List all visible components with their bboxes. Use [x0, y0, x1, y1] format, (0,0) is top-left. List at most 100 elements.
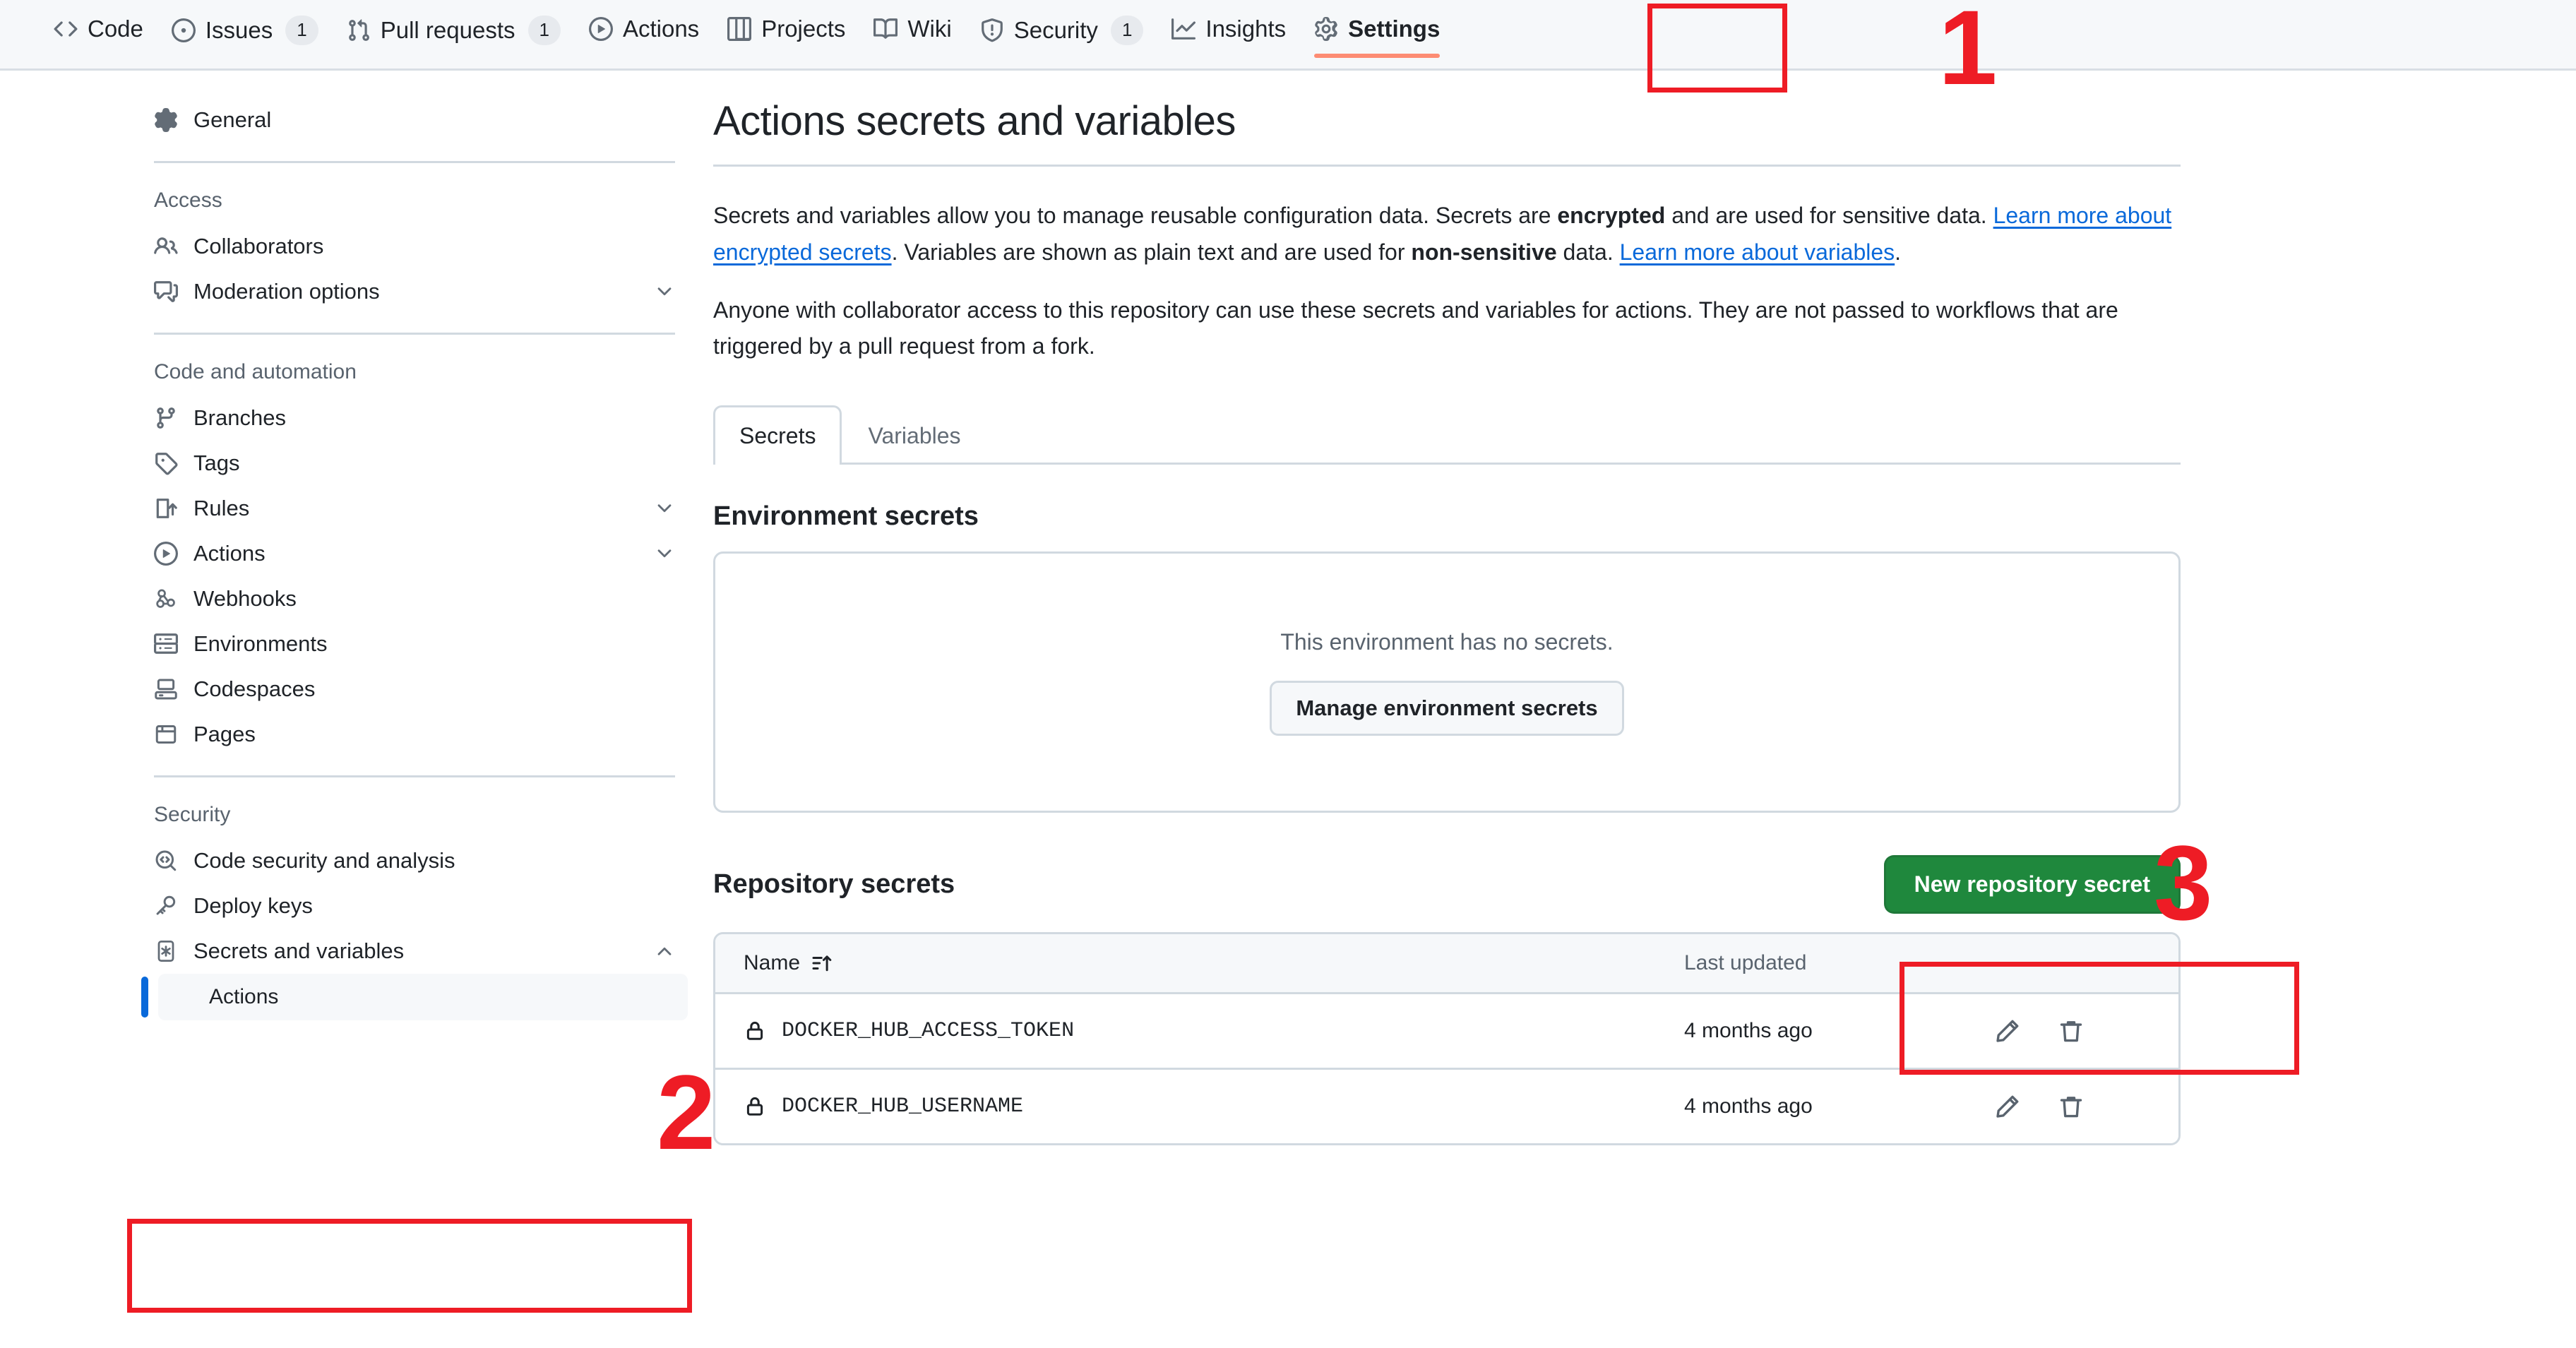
shield-icon — [980, 18, 1004, 42]
intro-bold-non-sensitive: non-sensitive — [1411, 239, 1556, 265]
nav-tab-settings[interactable]: Settings — [1300, 6, 1454, 58]
sidebar-item-general[interactable]: General — [141, 97, 688, 143]
sidebar-item-label: Code security and analysis — [193, 848, 675, 873]
sort-asc-icon — [811, 953, 833, 974]
git-branch-icon — [154, 406, 178, 430]
table-row: DOCKER_HUB_ACCESS_TOKEN 4 months ago — [715, 994, 2178, 1070]
codescan-icon — [154, 849, 178, 873]
sidebar-item-actions[interactable]: Actions — [141, 531, 688, 576]
nav-tab-pull-requests[interactable]: Pull requests 1 — [333, 6, 575, 61]
sidebar-item-deploy-keys[interactable]: Deploy keys — [141, 883, 688, 929]
sidebar-item-branches[interactable]: Branches — [141, 395, 688, 441]
intro-text-part-4: data. — [1557, 239, 1620, 265]
repository-secrets-table: Name Last updated DOCKER_HUB_ACCESS_TOKE… — [713, 932, 2181, 1145]
nav-tab-actions[interactable]: Actions — [575, 6, 713, 58]
sidebar-divider — [154, 775, 675, 777]
main-content: Actions secrets and variables Secrets an… — [713, 97, 2576, 1145]
chevron-down-icon[interactable] — [654, 498, 675, 519]
nav-tab-wiki[interactable]: Wiki — [859, 6, 965, 58]
sidebar-item-codespaces[interactable]: Codespaces — [141, 667, 688, 712]
sidebar-item-environments[interactable]: Environments — [141, 621, 688, 667]
page-title: Actions secrets and variables — [713, 97, 2181, 165]
nav-tab-label: Settings — [1348, 16, 1440, 42]
sidebar-item-collaborators[interactable]: Collaborators — [141, 224, 688, 269]
tab-variables[interactable]: Variables — [842, 405, 986, 465]
code-icon — [54, 17, 78, 41]
nav-tab-projects[interactable]: Projects — [713, 6, 859, 58]
page-body: General Access Collaborators Moderation … — [0, 71, 2576, 1145]
trash-icon[interactable] — [2058, 1018, 2084, 1044]
sidebar-item-label: Secrets and variables — [193, 938, 638, 964]
sidebar-item-secrets-and-variables[interactable]: Secrets and variables — [141, 929, 688, 974]
play-icon — [154, 542, 178, 566]
trash-icon[interactable] — [2058, 1094, 2084, 1119]
nav-tab-code[interactable]: Code — [40, 6, 157, 58]
sidebar-item-label: Tags — [193, 451, 675, 476]
new-repository-secret-button[interactable]: New repository secret — [1884, 855, 2181, 914]
manage-environment-secrets-button[interactable]: Manage environment secrets — [1270, 681, 1623, 736]
sidebar-item-label: General — [193, 107, 675, 133]
sidebar-item-label: Deploy keys — [193, 893, 675, 919]
server-icon — [154, 632, 178, 656]
rules-icon — [154, 496, 178, 520]
sidebar-item-label: Pages — [193, 722, 675, 747]
nav-tab-label: Security — [1014, 17, 1098, 44]
chevron-down-icon[interactable] — [654, 281, 675, 302]
browser-icon — [154, 722, 178, 746]
nav-tab-insights[interactable]: Insights — [1157, 6, 1300, 58]
secrets-variables-tablist: Secrets Variables — [713, 403, 2181, 465]
sidebar-group-title-code-and-automation: Code and automation — [141, 353, 688, 395]
intro-paragraph-2: Anyone with collaborator access to this … — [713, 292, 2181, 366]
lock-icon — [744, 1020, 766, 1042]
repository-secrets-heading: Repository secrets — [713, 869, 955, 900]
secret-row-actions — [1995, 1018, 2150, 1044]
table-header-row: Name Last updated — [715, 934, 2178, 994]
nav-tab-label: Insights — [1205, 16, 1286, 42]
sidebar-item-moderation-options[interactable]: Moderation options — [141, 269, 688, 314]
nav-tab-security[interactable]: Security 1 — [966, 6, 1158, 61]
pencil-icon[interactable] — [1995, 1018, 2020, 1044]
sidebar-item-rules[interactable]: Rules — [141, 486, 688, 531]
sidebar-item-label: Rules — [193, 496, 638, 521]
secret-name: DOCKER_HUB_ACCESS_TOKEN — [782, 1019, 1074, 1043]
secret-name-cell: DOCKER_HUB_ACCESS_TOKEN — [744, 1019, 1684, 1043]
intro-text-part-1: Secrets and variables allow you to manag… — [713, 203, 1557, 228]
sidebar-item-code-security-and-analysis[interactable]: Code security and analysis — [141, 838, 688, 883]
play-icon — [589, 17, 613, 41]
sidebar-item-label: Collaborators — [193, 234, 675, 259]
sidebar-item-label: Branches — [193, 405, 675, 431]
sidebar-divider — [154, 333, 675, 335]
chevron-down-icon[interactable] — [654, 543, 675, 564]
secret-name: DOCKER_HUB_USERNAME — [782, 1094, 1023, 1119]
column-header-name[interactable]: Name — [744, 951, 1684, 975]
nav-tab-counter: 1 — [285, 16, 318, 45]
gear-icon — [1314, 17, 1338, 41]
table-icon — [727, 17, 751, 41]
chevron-up-icon[interactable] — [654, 941, 675, 962]
sidebar-item-pages[interactable]: Pages — [141, 712, 688, 757]
learn-more-variables-link[interactable]: Learn more about variables — [1620, 239, 1895, 265]
sidebar-item-tags[interactable]: Tags — [141, 441, 688, 486]
asterisk-key-icon — [154, 939, 178, 963]
sidebar-item-label: Webhooks — [193, 586, 675, 612]
environment-secrets-heading: Environment secrets — [713, 501, 2181, 532]
graph-icon — [1171, 17, 1195, 41]
issue-opened-icon — [172, 18, 196, 42]
nav-tab-counter: 1 — [528, 16, 561, 45]
sidebar-item-webhooks[interactable]: Webhooks — [141, 576, 688, 621]
nav-tab-issues[interactable]: Issues 1 — [157, 6, 333, 61]
environment-secrets-empty-text: This environment has no secrets. — [1280, 629, 1613, 655]
intro-text-part-2: and are used for sensitive data. — [1665, 203, 1993, 228]
book-icon — [873, 17, 898, 41]
key-icon — [154, 894, 178, 918]
tab-secrets[interactable]: Secrets — [713, 405, 842, 465]
sidebar-item-label: Actions — [193, 541, 638, 566]
nav-tab-label: Pull requests — [381, 17, 515, 44]
nav-tab-label: Actions — [623, 16, 699, 42]
sidebar-subitem-actions[interactable]: Actions — [158, 974, 688, 1020]
sidebar-group-title-security: Security — [141, 796, 688, 838]
pencil-icon[interactable] — [1995, 1094, 2020, 1119]
nav-tab-counter: 1 — [1111, 16, 1143, 45]
sidebar-subitem-label: Actions — [209, 985, 278, 1009]
tab-label: Variables — [868, 423, 960, 448]
